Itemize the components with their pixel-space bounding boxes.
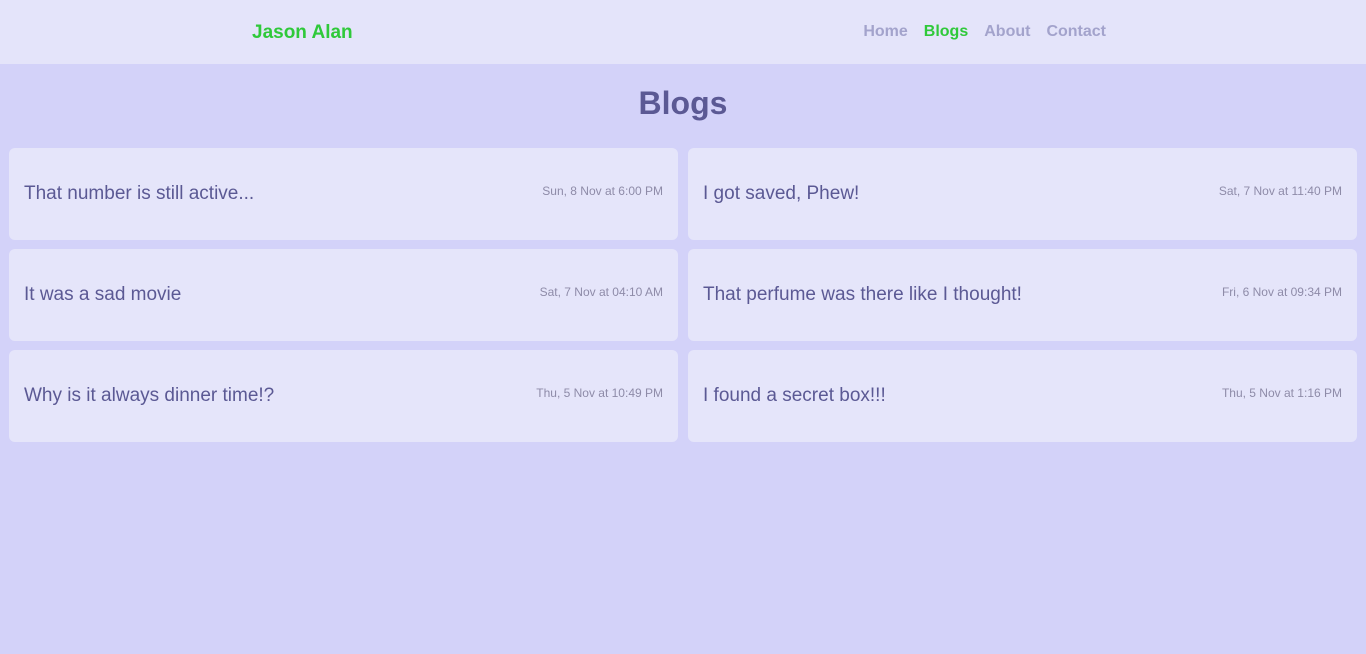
blog-post-title: It was a sad movie — [24, 284, 182, 305]
main-nav: Home Blogs About Contact — [863, 22, 1106, 42]
blog-post-card[interactable]: I found a secret box!!! Thu, 5 Nov at 1:… — [688, 350, 1357, 442]
blog-post-card[interactable]: I got saved, Phew! Sat, 7 Nov at 11:40 P… — [688, 148, 1357, 240]
blog-post-title: Why is it always dinner time!? — [24, 385, 275, 406]
blog-post-card[interactable]: That number is still active... Sun, 8 No… — [9, 148, 678, 240]
blog-post-card[interactable]: Why is it always dinner time!? Thu, 5 No… — [9, 350, 678, 442]
blog-post-date: Sun, 8 Nov at 6:00 PM — [542, 183, 663, 198]
blog-post-date: Thu, 5 Nov at 1:16 PM — [1221, 385, 1342, 400]
blog-post-card[interactable]: That perfume was there like I thought! F… — [688, 249, 1357, 341]
brand-link[interactable]: Jason Alan — [252, 21, 353, 45]
nav-link-home[interactable]: Home — [863, 22, 907, 42]
blog-post-card[interactable]: It was a sad movie Sat, 7 Nov at 04:10 A… — [9, 249, 678, 341]
top-navbar: Jason Alan Home Blogs About Contact — [0, 0, 1366, 64]
nav-link-about[interactable]: About — [984, 22, 1030, 42]
nav-link-contact[interactable]: Contact — [1046, 22, 1106, 42]
blog-post-title: I found a secret box!!! — [703, 385, 886, 406]
blog-post-grid: That number is still active... Sun, 8 No… — [9, 148, 1357, 442]
blog-post-title: That number is still active... — [24, 183, 255, 204]
blog-post-date: Sat, 7 Nov at 04:10 AM — [539, 284, 663, 299]
page-title: Blogs — [638, 85, 728, 121]
blog-post-date: Thu, 5 Nov at 10:49 PM — [536, 385, 663, 400]
blog-post-title: I got saved, Phew! — [703, 183, 860, 204]
blog-post-date: Sat, 7 Nov at 11:40 PM — [1218, 183, 1342, 198]
blog-post-date: Fri, 6 Nov at 09:34 PM — [1221, 284, 1342, 299]
nav-link-blogs[interactable]: Blogs — [924, 22, 968, 42]
blog-post-title: That perfume was there like I thought! — [703, 284, 1022, 305]
